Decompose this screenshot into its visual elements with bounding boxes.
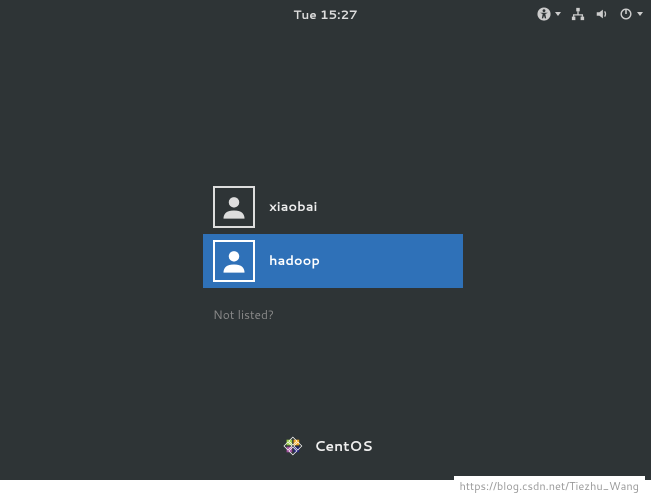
not-listed-link[interactable]: Not listed? <box>213 306 463 323</box>
os-name-label: CentOS <box>314 436 372 456</box>
user-icon <box>220 193 248 221</box>
chevron-down-icon <box>555 12 561 16</box>
user-row-hadoop[interactable]: hadoop <box>203 234 463 288</box>
volume-icon <box>595 7 609 21</box>
accessibility-menu[interactable] <box>537 7 561 21</box>
user-icon <box>220 247 248 275</box>
watermark: https://blog.csdn.net/Tiezhu_Wang <box>454 476 646 496</box>
user-list: xiaobai hadoop Not listed? <box>203 180 463 323</box>
power-icon <box>619 7 633 21</box>
network-icon <box>571 7 585 21</box>
network-menu[interactable] <box>571 7 585 21</box>
user-name-label: hadoop <box>269 252 320 270</box>
avatar <box>213 240 255 282</box>
os-branding: CentOS <box>278 432 372 460</box>
user-name-label: xiaobai <box>269 198 317 216</box>
top-bar: Tue 15:27 <box>0 0 651 28</box>
accessibility-icon <box>537 7 551 21</box>
user-row-xiaobai[interactable]: xiaobai <box>203 180 463 234</box>
centos-logo-icon <box>278 432 306 460</box>
clock: Tue 15:27 <box>293 6 357 23</box>
avatar <box>213 186 255 228</box>
system-status-area <box>537 0 643 28</box>
chevron-down-icon <box>637 12 643 16</box>
volume-menu[interactable] <box>595 7 609 21</box>
power-menu[interactable] <box>619 7 643 21</box>
